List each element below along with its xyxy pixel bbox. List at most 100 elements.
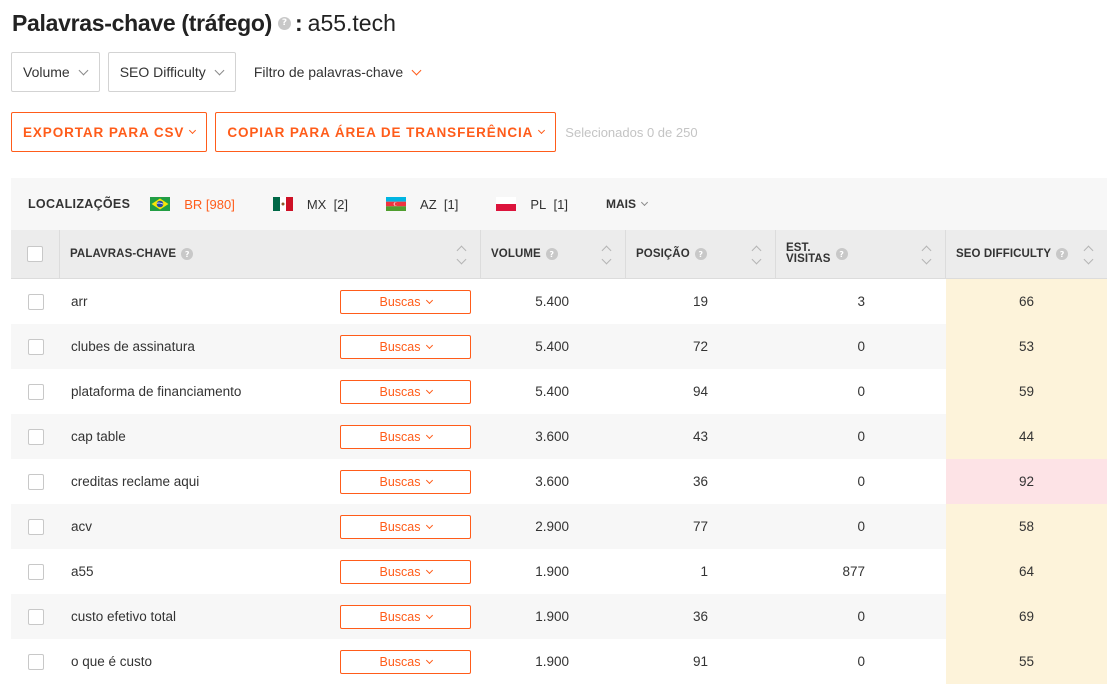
buscas-dropdown[interactable]: Buscas	[340, 470, 471, 494]
est-visits-cell: 877	[776, 549, 946, 594]
more-locations-dropdown[interactable]: MAIS	[606, 197, 649, 211]
page-header: Palavras-chave (tráfego) ? : a55.tech	[12, 8, 396, 38]
keyword-filter-dropdown[interactable]: Filtro de palavras-chave	[244, 64, 422, 80]
keyword-text[interactable]: clubes de assinatura	[71, 339, 195, 354]
help-icon[interactable]: ?	[694, 248, 707, 260]
location-br-code: BR	[184, 196, 203, 212]
buscas-label: Buscas	[379, 430, 421, 444]
seo-difficulty-value: 92	[1018, 474, 1035, 489]
keyword-text[interactable]: arr	[71, 294, 88, 309]
sort-icon[interactable]	[921, 244, 931, 266]
buscas-dropdown[interactable]: Buscas	[340, 605, 471, 629]
column-header-keywords[interactable]: PALAVRAS-CHAVE ?	[60, 230, 481, 278]
buscas-dropdown[interactable]: Buscas	[340, 380, 471, 404]
keyword-text[interactable]: acv	[71, 519, 92, 534]
mexico-flag-icon	[272, 197, 293, 211]
row-checkbox[interactable]	[27, 653, 44, 670]
table-body: arr Buscas 5.400 19 3 66 clubes de assinatura B…	[11, 279, 1107, 684]
seo-difficulty-cell: 64	[946, 549, 1107, 594]
export-csv-button[interactable]: EXPORTAR PARA CSV	[11, 112, 208, 152]
column-header-volume[interactable]: VOLUME ?	[481, 230, 626, 278]
seo-difficulty-value: 64	[1018, 564, 1035, 579]
location-br[interactable]: BR [980]	[150, 197, 235, 212]
est-visits-cell: 0	[776, 639, 946, 684]
table-row: o que é custo Buscas 1.900 91 0 55	[11, 639, 1107, 684]
buscas-dropdown[interactable]: Buscas	[340, 335, 471, 359]
keyword-filter-label: Filtro de palavras-chave	[253, 64, 404, 80]
column-seo-difficulty-label: SEO DIFFICULTY	[956, 248, 1052, 260]
buscas-label: Buscas	[379, 565, 421, 579]
seo-difficulty-value: 53	[1018, 339, 1035, 354]
keyword-text[interactable]: a55	[71, 564, 94, 579]
help-icon[interactable]: ?	[181, 248, 194, 260]
help-icon[interactable]: ?	[835, 248, 848, 260]
location-mx[interactable]: MX [2]	[272, 196, 349, 212]
sort-icon[interactable]	[1083, 244, 1093, 266]
keyword-text[interactable]: plataforma de financiamento	[71, 384, 241, 399]
volume-value: 5.400	[535, 384, 569, 399]
position-value: 91	[692, 654, 708, 669]
position-value: 36	[692, 474, 708, 489]
filter-bar: Volume SEO Difficulty Filtro de palavras…	[11, 52, 422, 92]
location-az[interactable]: AZ [1]	[386, 197, 458, 212]
column-header-position[interactable]: POSIÇÃO ?	[626, 230, 776, 278]
chevron-down-icon	[425, 431, 433, 440]
buscas-dropdown[interactable]: Buscas	[340, 650, 471, 674]
volume-value: 1.900	[535, 654, 569, 669]
est-visits-value: 0	[857, 429, 865, 444]
chevron-down-icon	[411, 65, 422, 75]
location-mx-count: [2]	[333, 196, 349, 212]
est-visits-value: 0	[857, 519, 865, 534]
table-row: cap table Buscas 3.600 43 0 44	[11, 414, 1107, 459]
column-header-seo-difficulty[interactable]: SEO DIFFICULTY ?	[946, 230, 1107, 278]
keyword-text[interactable]: custo efetivo total	[71, 609, 176, 624]
page-title: Palavras-chave (tráfego)	[12, 9, 272, 36]
keywords-table: PALAVRAS-CHAVE ? VOLUME ? POSIÇÃO ? EST.…	[11, 230, 1107, 684]
help-icon[interactable]: ?	[1056, 248, 1069, 260]
row-checkbox[interactable]	[27, 383, 44, 400]
chevron-down-icon	[189, 126, 197, 135]
select-all-checkbox[interactable]	[27, 246, 43, 262]
row-checkbox[interactable]	[27, 293, 44, 310]
volume-value: 1.900	[535, 564, 569, 579]
row-checkbox[interactable]	[27, 428, 44, 445]
locations-bar: LOCALIZAÇÕES BR [980] MX [2] AZ [1] PL […	[11, 178, 1107, 230]
column-header-est-visits[interactable]: EST. VISITAS ?	[776, 230, 946, 278]
keyword-text[interactable]: cap table	[71, 429, 126, 444]
row-checkbox[interactable]	[27, 563, 44, 580]
keyword-cell: creditas reclame aqui Buscas	[60, 459, 481, 504]
sort-icon[interactable]	[456, 244, 466, 266]
seo-difficulty-value: 55	[1018, 654, 1035, 669]
buscas-dropdown[interactable]: Buscas	[340, 515, 471, 539]
row-select-cell	[11, 594, 60, 639]
volume-value: 5.400	[535, 339, 569, 354]
brazil-flag-icon	[150, 197, 171, 211]
help-icon[interactable]: ?	[545, 248, 558, 260]
location-pl[interactable]: PL [1]	[496, 197, 568, 212]
buscas-dropdown[interactable]: Buscas	[340, 290, 471, 314]
volume-cell: 1.900	[481, 639, 626, 684]
seo-difficulty-cell: 53	[946, 324, 1107, 369]
keyword-cell: acv Buscas	[60, 504, 481, 549]
chevron-down-icon	[425, 296, 433, 305]
buscas-dropdown[interactable]: Buscas	[340, 560, 471, 584]
seo-difficulty-cell: 66	[946, 279, 1107, 324]
copy-to-clipboard-button[interactable]: COPIAR PARA ÁREA DE TRANSFERÊNCIA	[215, 112, 557, 152]
table-row: acv Buscas 2.900 77 0 58	[11, 504, 1107, 549]
est-visits-value: 0	[857, 654, 865, 669]
volume-filter-dropdown[interactable]: Volume	[11, 52, 100, 92]
buscas-dropdown[interactable]: Buscas	[340, 425, 471, 449]
sort-icon[interactable]	[601, 244, 611, 266]
volume-cell: 1.900	[481, 549, 626, 594]
keyword-text[interactable]: o que é custo	[71, 654, 152, 669]
keyword-text[interactable]: creditas reclame aqui	[71, 474, 199, 489]
row-checkbox[interactable]	[27, 608, 44, 625]
seo-difficulty-cell: 59	[946, 369, 1107, 414]
seo-difficulty-filter-dropdown[interactable]: SEO Difficulty	[107, 52, 236, 92]
row-checkbox[interactable]	[27, 473, 44, 490]
sort-icon[interactable]	[751, 244, 761, 266]
row-checkbox[interactable]	[27, 518, 44, 535]
row-checkbox[interactable]	[27, 338, 44, 355]
help-icon[interactable]: ?	[277, 16, 291, 30]
est-visits-value: 3	[857, 294, 865, 309]
